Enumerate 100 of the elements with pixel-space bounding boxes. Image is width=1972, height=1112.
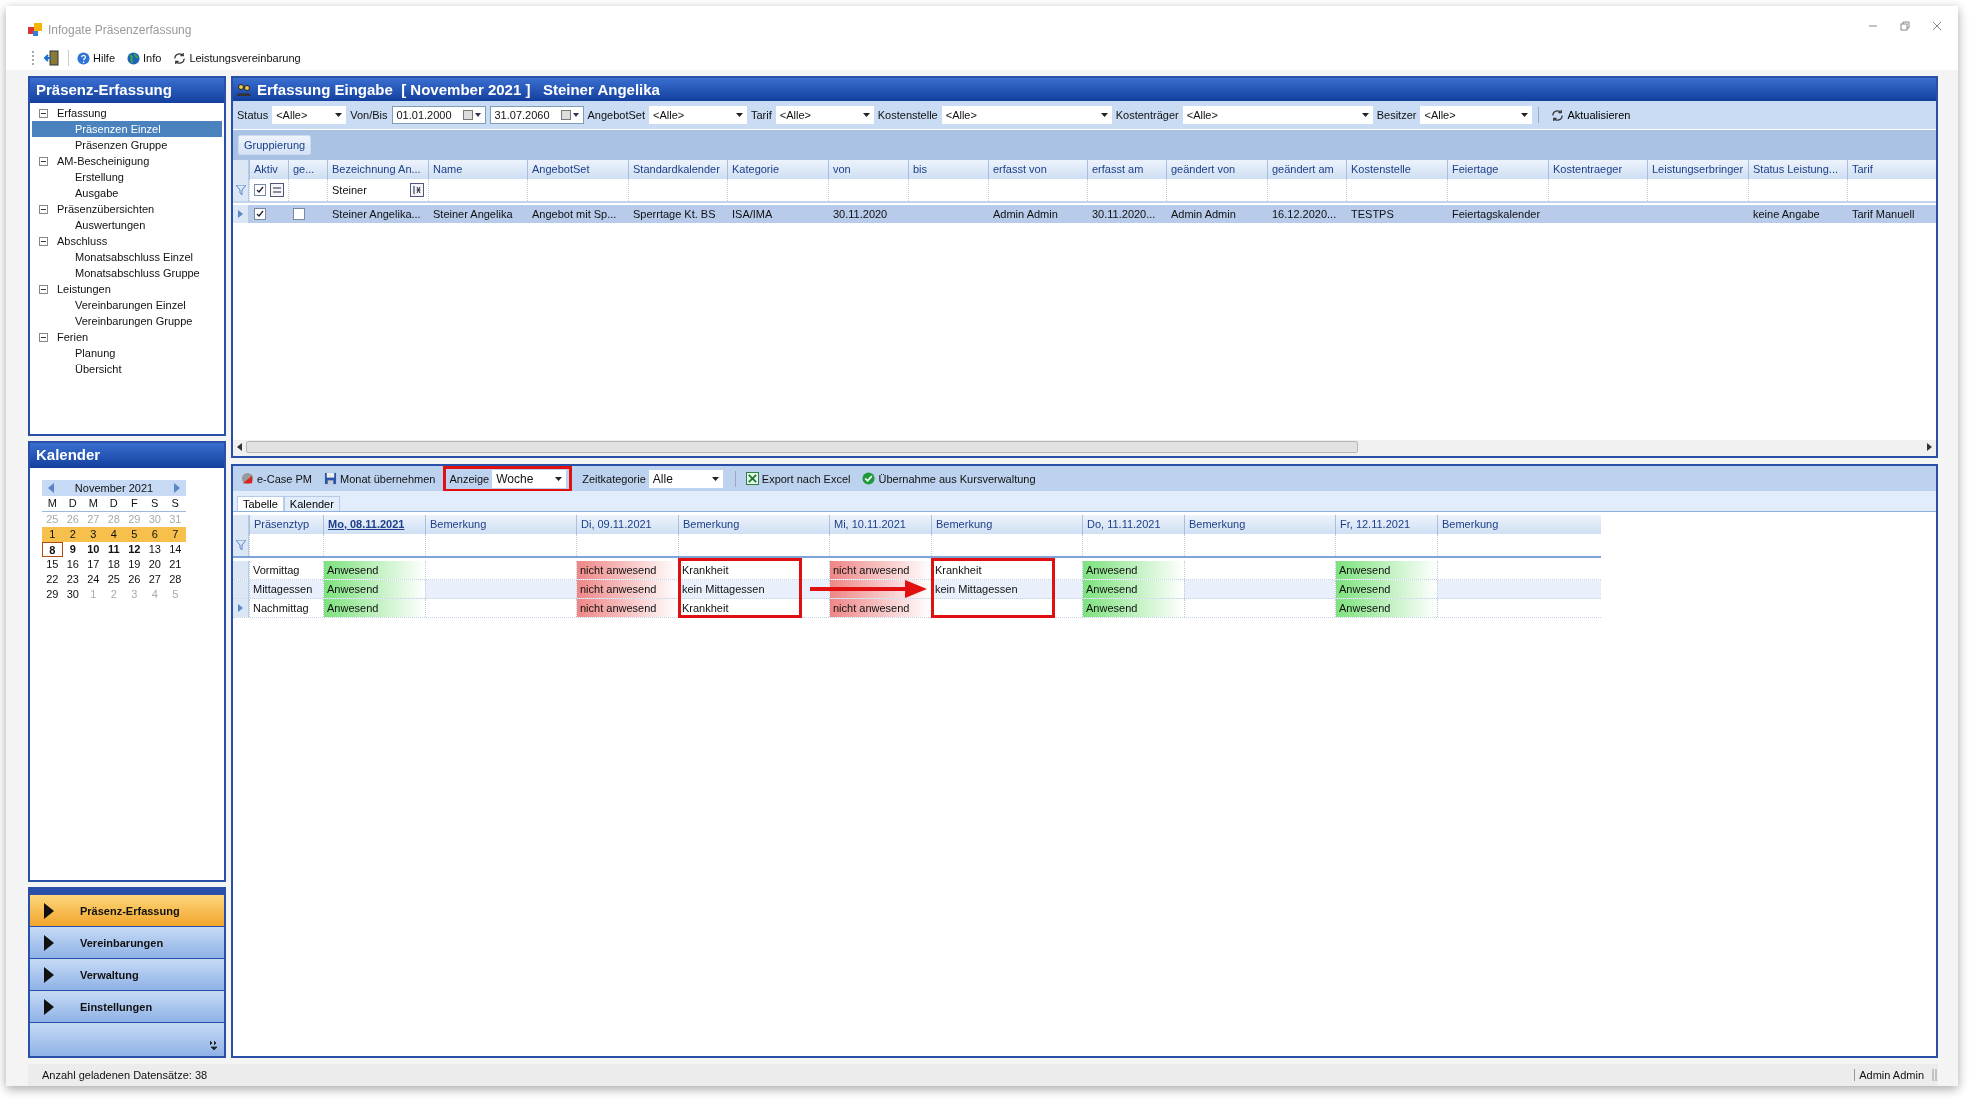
calendar-day[interactable]: 3	[83, 527, 104, 542]
tree-item[interactable]: AM-Bescheinigung	[55, 155, 152, 167]
column-header[interactable]: Aktiv	[249, 160, 288, 179]
tree-item[interactable]: Präsenzübersichten	[55, 203, 157, 215]
status-cell[interactable]: Anwesend	[1082, 580, 1184, 598]
tree-item[interactable]: Auswertungen	[32, 217, 222, 233]
column-header[interactable]: Standardkalender	[628, 160, 727, 179]
navigation-button[interactable]: Einstellungen	[30, 991, 224, 1023]
calendar-day[interactable]: 18	[103, 557, 124, 572]
horizontal-scrollbar[interactable]	[233, 440, 1936, 456]
refresh-button[interactable]: Aktualisieren	[1545, 107, 1637, 123]
operator-button[interactable]	[270, 183, 284, 197]
calendar-day[interactable]: 8	[42, 542, 63, 557]
calendar-day[interactable]: 19	[124, 557, 145, 572]
column-header[interactable]: Kostentraeger	[1548, 160, 1647, 179]
filter-icon[interactable]	[235, 540, 246, 550]
filter-field[interactable]: Steiner	[332, 184, 406, 196]
scroll-right-icon[interactable]	[1927, 443, 1932, 451]
status-cell[interactable]: Anwesend	[323, 561, 425, 579]
calendar-day[interactable]: 27	[144, 572, 165, 587]
collapse-icon[interactable]	[39, 332, 48, 342]
column-header[interactable]: geändert am	[1267, 160, 1346, 179]
status-cell[interactable]: nicht anwesend	[829, 561, 931, 579]
status-cell[interactable]: nicht anwesend	[829, 599, 931, 617]
toolbar-button[interactable]: Monat übernehmen	[320, 470, 440, 487]
calendar-day[interactable]: 21	[165, 557, 186, 572]
collapse-icon[interactable]	[39, 284, 48, 294]
checkbox[interactable]	[254, 208, 266, 220]
status-cell[interactable]: nicht anwesend	[576, 561, 678, 579]
toolbar-button[interactable]: e-Case PM	[237, 470, 317, 487]
column-header[interactable]: Name	[428, 160, 527, 179]
column-header[interactable]: Mo, 08.11.2021	[323, 515, 425, 534]
status-cell[interactable]: nicht anwesend	[576, 599, 678, 617]
status-cell[interactable]: Anwesend	[1082, 599, 1184, 617]
toolbar-button[interactable]: Übernahme aus Kursverwaltung	[858, 470, 1040, 487]
calendar-day[interactable]: 13	[144, 542, 165, 557]
column-header[interactable]: Bemerkung	[678, 515, 829, 534]
status-cell[interactable]: Anwesend	[323, 580, 425, 598]
calendar-day[interactable]: 29	[42, 587, 63, 602]
close-icon[interactable]	[1932, 21, 1942, 31]
tree-item[interactable]: Erstellung	[32, 169, 222, 185]
tree-item[interactable]: Ferien	[55, 331, 91, 343]
filter-dropdown[interactable]: <Alle>	[941, 106, 1112, 124]
tab[interactable]: Tabelle	[237, 496, 284, 511]
tree-item[interactable]: Übersicht	[32, 361, 222, 377]
view-dropdown[interactable]: Woche	[492, 469, 567, 488]
column-header[interactable]: Bemerkung	[425, 515, 576, 534]
collapse-icon[interactable]	[39, 156, 48, 166]
expand-icon[interactable]	[210, 1041, 218, 1051]
calendar-day[interactable]: 28	[165, 572, 186, 587]
status-cell[interactable]: Anwesend	[323, 599, 425, 617]
column-header[interactable]: Leistungserbringer	[1647, 160, 1748, 179]
status-cell[interactable]: Anwesend	[1335, 580, 1437, 598]
column-header[interactable]: geändert von	[1166, 160, 1267, 179]
navigation-button[interactable]: Vereinbarungen	[30, 927, 224, 959]
calendar-day[interactable]: 23	[62, 572, 83, 587]
calendar-day[interactable]: 22	[42, 572, 63, 587]
previous-icon[interactable]	[48, 483, 54, 493]
tab[interactable]: Kalender	[283, 496, 340, 511]
column-header[interactable]: Mi, 10.11.2021	[829, 515, 931, 534]
column-header[interactable]: von	[828, 160, 908, 179]
column-header[interactable]: ge...	[288, 160, 327, 179]
column-header[interactable]: Status Leistung...	[1748, 160, 1847, 179]
splitter-handle[interactable]	[30, 887, 224, 895]
tree-item[interactable]: Vereinbarungen Gruppe	[32, 313, 222, 329]
column-header[interactable]: Kategorie	[727, 160, 828, 179]
column-header[interactable]: AngebotSet	[527, 160, 628, 179]
calendar-day[interactable]: 24	[83, 572, 104, 587]
tree-item[interactable]: Präsenzen Gruppe	[32, 137, 222, 153]
toolbar-button[interactable]: Export nach Excel	[741, 470, 855, 487]
collapse-icon[interactable]	[39, 108, 48, 118]
tree-item[interactable]: Monatsabschluss Gruppe	[32, 265, 222, 281]
column-header[interactable]: Bemerkung	[1184, 515, 1335, 534]
tree-item[interactable]: Ausgabe	[32, 185, 222, 201]
column-header[interactable]: Di, 09.11.2021	[576, 515, 678, 534]
date-field[interactable]: 01.01.2000	[391, 106, 486, 124]
status-cell[interactable]: Anwesend	[1335, 561, 1437, 579]
calendar-day[interactable]: 26	[124, 572, 145, 587]
filter-dropdown[interactable]: <Alle>	[649, 106, 747, 124]
calendar-day[interactable]: 14	[165, 542, 186, 557]
column-header[interactable]: Bemerkung	[931, 515, 1082, 534]
calendar-day[interactable]: 17	[83, 557, 104, 572]
operator-button[interactable]	[410, 183, 424, 197]
calendar-day[interactable]: 30	[62, 587, 83, 602]
status-cell[interactable]: Anwesend	[1082, 561, 1184, 579]
calendar-day[interactable]: 4	[103, 527, 124, 542]
exit-door-icon[interactable]	[44, 50, 60, 66]
column-header[interactable]: Bezeichnung An...	[327, 160, 428, 179]
tree-item[interactable]: Abschluss	[55, 235, 110, 247]
navigation-button[interactable]: Verwaltung	[30, 959, 224, 991]
scroll-left-icon[interactable]	[237, 443, 242, 451]
tree-item[interactable]: Leistungen	[55, 283, 113, 295]
calendar-day[interactable]: 11	[103, 542, 124, 557]
tree-item[interactable]: Vereinbarungen Einzel	[32, 297, 222, 313]
calendar-day[interactable]: 7	[165, 527, 186, 542]
scrollbar-thumb[interactable]	[246, 441, 1358, 453]
toolbar-grip[interactable]	[32, 51, 36, 65]
tree-item[interactable]: Planung	[32, 345, 222, 361]
grouping-button[interactable]: Gruppierung	[238, 135, 312, 155]
filter-dropdown[interactable]: <Alle>	[1420, 106, 1533, 124]
